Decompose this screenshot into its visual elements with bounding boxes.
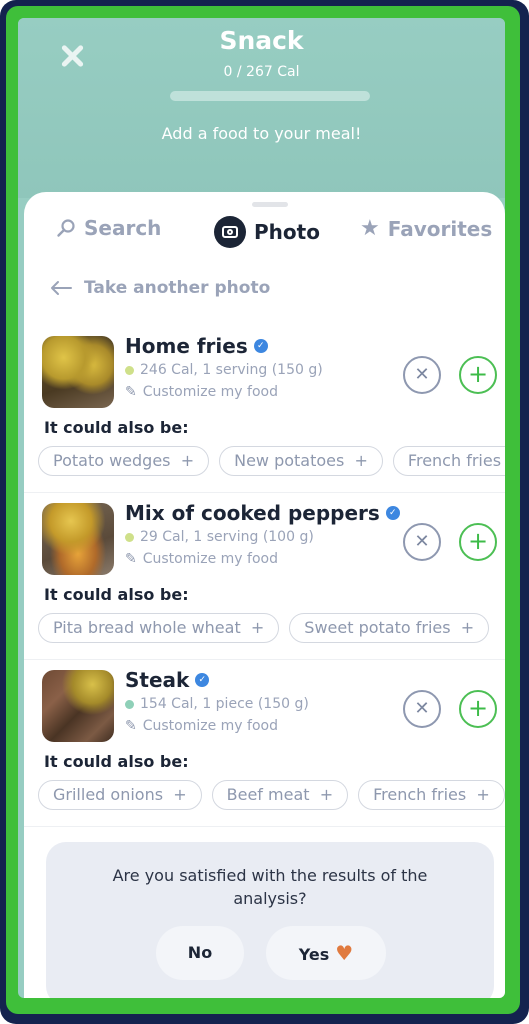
highlight-border: Snack 0 / 267 Cal Add a food to your mea… bbox=[6, 6, 520, 1014]
alternative-chip[interactable]: Grilled onions + bbox=[38, 780, 202, 810]
food-thumbnail bbox=[42, 503, 114, 575]
calorie-progress-bar bbox=[170, 91, 370, 101]
food-details: 154 Cal, 1 piece (150 g) bbox=[125, 696, 309, 712]
verified-icon: ✓ bbox=[253, 339, 268, 353]
food-name-label: Steak bbox=[125, 668, 190, 692]
drag-handle[interactable] bbox=[252, 202, 288, 207]
alternative-chip[interactable]: Pita bread whole wheat + bbox=[38, 613, 280, 643]
verified-icon: ✓ bbox=[385, 506, 400, 520]
chip-label: Grilled onions bbox=[53, 785, 164, 804]
tab-favorites[interactable]: ★ Favorites bbox=[360, 216, 492, 241]
chip-label: New potatoes bbox=[234, 451, 345, 470]
heart-icon: ♥ bbox=[335, 941, 354, 965]
alternative-chip[interactable]: Potato wedges + bbox=[38, 446, 210, 476]
customize-link[interactable]: ✎ Customize my food bbox=[125, 718, 278, 734]
alternative-chip[interactable]: French fries + bbox=[392, 446, 505, 476]
alternatives-heading: It could also be: bbox=[44, 752, 189, 771]
plus-icon: + bbox=[354, 451, 368, 470]
food-details: 246 Cal, 1 serving (150 g) bbox=[125, 362, 323, 378]
pencil-icon: ✎ bbox=[125, 718, 137, 734]
food-card: Home fries ✓ 246 Cal, 1 serving (150 g) ✎… bbox=[24, 326, 505, 493]
screen: Snack 0 / 267 Cal Add a food to your mea… bbox=[18, 18, 505, 998]
remove-food-button[interactable]: ✕ bbox=[403, 356, 441, 394]
add-food-button[interactable]: + bbox=[459, 356, 497, 394]
device-frame: Snack 0 / 267 Cal Add a food to your mea… bbox=[0, 0, 529, 1024]
nutrition-dot-icon bbox=[125, 365, 134, 375]
alternative-chip[interactable]: New potatoes + bbox=[219, 446, 383, 476]
alternatives-heading: It could also be: bbox=[44, 418, 189, 437]
nutrition-dot-icon bbox=[125, 532, 134, 542]
alternatives-list: Potato wedges + New potatoes + French frie… bbox=[38, 446, 505, 480]
tab-photo[interactable]: Photo bbox=[214, 216, 320, 248]
food-name[interactable]: Steak ✓ bbox=[125, 668, 210, 692]
food-thumbnail bbox=[42, 670, 114, 742]
food-card: Mix of cooked peppers ✓ 29 Cal, 1 serving… bbox=[24, 493, 505, 660]
remove-food-button[interactable]: ✕ bbox=[403, 523, 441, 561]
remove-food-button[interactable]: ✕ bbox=[403, 690, 441, 728]
plus-icon: + bbox=[319, 785, 334, 804]
plus-icon: + bbox=[460, 618, 475, 637]
tab-search[interactable]: Search bbox=[56, 216, 161, 240]
alternative-chip[interactable]: French fries + bbox=[358, 780, 505, 810]
pencil-icon: ✎ bbox=[125, 384, 137, 400]
tab-label: Favorites bbox=[387, 216, 493, 241]
customize-link[interactable]: ✎ Customize my food bbox=[125, 384, 278, 400]
chip-label: Pita bread whole wheat bbox=[53, 618, 241, 637]
chip-label: French fries bbox=[407, 451, 502, 470]
plus-icon: + bbox=[173, 785, 187, 804]
food-details-label: 154 Cal, 1 piece (150 g) bbox=[140, 696, 309, 712]
food-thumbnail bbox=[42, 336, 114, 408]
alternative-chip[interactable]: Beef meat + bbox=[211, 780, 349, 810]
chip-label: Sweet potato fries bbox=[304, 618, 451, 637]
food-name-label: Mix of cooked peppers bbox=[125, 501, 380, 525]
bottom-sheet: Search Photo ★ Favorites Take another ph… bbox=[24, 192, 505, 998]
food-name[interactable]: Mix of cooked peppers ✓ bbox=[125, 501, 400, 525]
customize-link[interactable]: ✎ Customize my food bbox=[125, 551, 278, 567]
chip-label: Potato wedges bbox=[53, 451, 171, 470]
chip-label: Beef meat bbox=[226, 785, 310, 804]
star-icon: ★ bbox=[360, 216, 380, 241]
chip-label: French fries bbox=[373, 785, 467, 804]
survey-question: Are you satisfied with the results of th… bbox=[112, 866, 428, 908]
alternatives-list: Pita bread whole wheat + Sweet potato fri… bbox=[38, 613, 505, 647]
alternative-chip[interactable]: Sweet potato fries + bbox=[289, 613, 490, 643]
customize-label: Customize my food bbox=[142, 718, 278, 734]
yes-label: Yes bbox=[298, 945, 330, 964]
pencil-icon: ✎ bbox=[125, 551, 137, 567]
plus-icon: + bbox=[250, 618, 265, 637]
customize-label: Customize my food bbox=[142, 551, 278, 567]
back-link-label: Take another photo bbox=[84, 278, 271, 298]
food-name-label: Home fries bbox=[125, 334, 248, 358]
plus-icon: + bbox=[476, 785, 490, 804]
food-name[interactable]: Home fries ✓ bbox=[125, 334, 268, 358]
customize-label: Customize my food bbox=[142, 384, 278, 400]
tab-bar: Search Photo ★ Favorites bbox=[24, 216, 505, 256]
meal-header: Snack 0 / 267 Cal Add a food to your mea… bbox=[18, 18, 505, 198]
plus-icon: + bbox=[180, 451, 195, 470]
food-card: Steak ✓ 154 Cal, 1 piece (150 g) ✎ Customi… bbox=[24, 660, 505, 827]
satisfaction-survey: Are you satisfied with the results of th… bbox=[46, 842, 494, 998]
no-label: No bbox=[187, 943, 213, 962]
tab-label: Photo bbox=[254, 220, 320, 244]
header-subtitle: Add a food to your meal! bbox=[161, 124, 362, 143]
food-details: 29 Cal, 1 serving (100 g) bbox=[125, 529, 314, 545]
food-details-label: 29 Cal, 1 serving (100 g) bbox=[140, 529, 314, 545]
tab-label: Search bbox=[84, 216, 162, 240]
alternatives-heading: It could also be: bbox=[44, 585, 189, 604]
meal-title: Snack bbox=[219, 26, 304, 55]
arrow-left-icon bbox=[51, 281, 72, 295]
nutrition-dot-icon bbox=[125, 699, 134, 709]
no-button[interactable]: No bbox=[156, 926, 244, 980]
yes-button[interactable]: Yes ♥ bbox=[266, 926, 386, 980]
add-food-button[interactable]: + bbox=[459, 690, 497, 728]
calorie-counter: 0 / 267 Cal bbox=[223, 64, 300, 80]
search-icon bbox=[57, 219, 75, 237]
verified-icon: ✓ bbox=[195, 673, 210, 687]
camera-icon bbox=[214, 216, 246, 248]
food-details-label: 246 Cal, 1 serving (150 g) bbox=[140, 362, 323, 378]
take-another-photo-link[interactable]: Take another photo bbox=[50, 278, 270, 298]
add-food-button[interactable]: + bbox=[459, 523, 497, 561]
alternatives-list: Grilled onions + Beef meat + French fries … bbox=[38, 780, 505, 814]
